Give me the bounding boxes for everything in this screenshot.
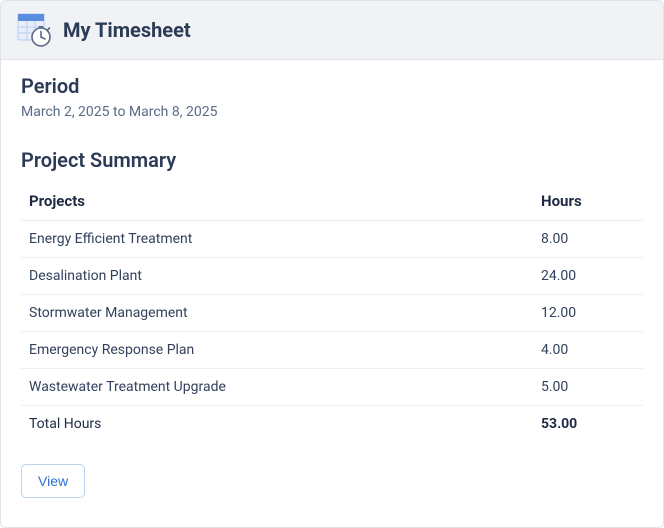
period-label: Period (21, 74, 643, 98)
cell-hours: 24.00 (533, 258, 643, 295)
view-button[interactable]: View (21, 464, 85, 498)
summary-header-row: Projects Hours (21, 182, 643, 221)
cell-project: Energy Efficient Treatment (21, 221, 533, 258)
card-body: Period March 2, 2025 to March 8, 2025 Pr… (1, 60, 663, 527)
col-hours: Hours (533, 182, 643, 221)
timesheet-card: My Timesheet Period March 2, 2025 to Mar… (0, 0, 664, 528)
cell-project: Wastewater Treatment Upgrade (21, 369, 533, 406)
cell-hours: 4.00 (533, 332, 643, 369)
cell-hours: 8.00 (533, 221, 643, 258)
cell-hours: 5.00 (533, 369, 643, 406)
cell-project: Stormwater Management (21, 295, 533, 332)
cell-project: Desalination Plant (21, 258, 533, 295)
table-row: Desalination Plant 24.00 (21, 258, 643, 295)
table-row: Stormwater Management 12.00 (21, 295, 643, 332)
table-row: Wastewater Treatment Upgrade 5.00 (21, 369, 643, 406)
table-row: Emergency Response Plan 4.00 (21, 332, 643, 369)
cell-hours: 12.00 (533, 295, 643, 332)
summary-table: Projects Hours Energy Efficient Treatmen… (21, 182, 643, 442)
total-hours: 53.00 (533, 406, 643, 443)
total-row: Total Hours 53.00 (21, 406, 643, 443)
table-row: Energy Efficient Treatment 8.00 (21, 221, 643, 258)
actions-bar: View (21, 464, 643, 498)
total-label: Total Hours (21, 406, 533, 443)
col-projects: Projects (21, 182, 533, 221)
card-title: My Timesheet (63, 18, 191, 42)
card-header: My Timesheet (1, 1, 663, 60)
cell-project: Emergency Response Plan (21, 332, 533, 369)
summary-label: Project Summary (21, 148, 643, 172)
period-text: March 2, 2025 to March 8, 2025 (21, 104, 643, 120)
timesheet-icon (17, 13, 51, 47)
